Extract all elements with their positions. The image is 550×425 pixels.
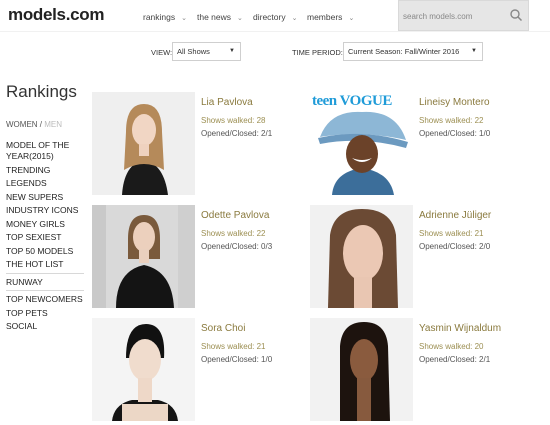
chevron-down-icon: ⌄: [181, 15, 188, 22]
shows-walked: Shows walked: 20: [419, 342, 484, 351]
model-photo[interactable]: [92, 92, 195, 195]
model-card: Sora Choi Shows walked: 21 Opened/Closed…: [92, 318, 302, 421]
model-name[interactable]: Sora Choi: [201, 323, 245, 334]
shows-walked: Shows walked: 21: [419, 229, 484, 238]
model-photo[interactable]: [92, 205, 195, 308]
view-select-value: All Shows: [177, 47, 210, 56]
nav-members[interactable]: members ⌄: [307, 12, 354, 22]
sidebar-item-money-girls[interactable]: MONEY GIRLS: [6, 219, 84, 230]
sidebar-divider: [6, 272, 84, 274]
model-name[interactable]: Yasmin Wijnaldum: [419, 323, 501, 334]
model-name[interactable]: Adrienne Jüliger: [419, 210, 491, 221]
sidebar-item-legends[interactable]: LEGENDS: [6, 178, 84, 189]
model-name[interactable]: Odette Pavlova: [201, 210, 269, 221]
magazine-logo: teen VOGUE: [312, 93, 392, 109]
sidebar-item-trending[interactable]: TRENDING: [6, 165, 84, 176]
model-card: Odette Pavlova Shows walked: 22 Opened/C…: [92, 205, 302, 308]
opened-closed: Opened/Closed: 2/0: [419, 242, 491, 251]
model-name[interactable]: Lia Pavlova: [201, 97, 253, 108]
model-photo[interactable]: teen VOGUE: [310, 92, 413, 195]
view-label: VIEW:: [151, 48, 173, 57]
nav-rankings-label: rankings: [143, 12, 176, 22]
nav-directory[interactable]: directory ⌄: [253, 12, 297, 22]
page-title: Rankings: [6, 82, 77, 101]
gender-toggle: WOMEN / MEN: [6, 120, 62, 129]
time-period-select-value: Current Season: Fall/Winter 2016: [348, 47, 460, 56]
shows-walked: Shows walked: 22: [201, 229, 266, 238]
caret-down-icon: ▼: [229, 48, 235, 54]
chevron-down-icon: ⌄: [348, 15, 355, 22]
site-logo[interactable]: models.com: [8, 5, 105, 25]
nav-directory-label: directory: [253, 12, 286, 22]
sidebar-item-model-of-the-year[interactable]: MODEL OF THE YEAR(2015): [6, 140, 84, 162]
nav-the-news[interactable]: the news ⌄: [197, 12, 243, 22]
model-card: Lia Pavlova Shows walked: 28 Opened/Clos…: [92, 92, 302, 195]
search-input[interactable]: search models.com: [398, 0, 529, 31]
rankings-sidebar: MODEL OF THE YEAR(2015) TRENDING LEGENDS…: [6, 140, 84, 335]
model-card: Adrienne Jüliger Shows walked: 21 Opened…: [310, 205, 520, 308]
view-select[interactable]: All Shows ▼: [172, 42, 241, 61]
opened-closed: Opened/Closed: 1/0: [419, 129, 491, 138]
time-period-select[interactable]: Current Season: Fall/Winter 2016 ▼: [343, 42, 483, 61]
sidebar-item-industry-icons[interactable]: INDUSTRY ICONS: [6, 205, 84, 216]
nav-members-label: members: [307, 12, 343, 22]
model-name[interactable]: Lineisy Montero: [419, 97, 490, 108]
search-placeholder: search models.com: [403, 12, 473, 21]
site-header: models.com rankings ⌄ the news ⌄ directory…: [0, 0, 550, 32]
model-card: Yasmin Wijnaldum Shows walked: 20 Opened…: [310, 318, 520, 421]
sidebar-item-new-supers[interactable]: NEW SUPERS: [6, 192, 84, 203]
sidebar-item-the-hot-list[interactable]: THE HOT LIST: [6, 259, 84, 270]
caret-down-icon: ▼: [471, 48, 477, 54]
shows-walked: Shows walked: 22: [419, 116, 484, 125]
sidebar-item-top-newcomers[interactable]: TOP NEWCOMERS: [6, 294, 84, 305]
shows-walked: Shows walked: 21: [201, 342, 266, 351]
sidebar-item-top-50-models[interactable]: TOP 50 MODELS: [6, 246, 84, 257]
sidebar-item-top-sexiest[interactable]: TOP SEXIEST: [6, 232, 84, 243]
opened-closed: Opened/Closed: 2/1: [419, 355, 491, 364]
sidebar-item-social[interactable]: SOCIAL: [6, 321, 84, 332]
model-card: teen VOGUE Lineisy Montero Shows walked:…: [310, 92, 520, 195]
sidebar-item-runway[interactable]: RUNWAY: [6, 277, 84, 288]
chevron-down-icon: ⌄: [291, 15, 298, 22]
search-icon[interactable]: [509, 8, 523, 22]
nav-the-news-label: the news: [197, 12, 232, 22]
gender-men-link[interactable]: MEN: [44, 120, 62, 129]
time-period-label: TIME PERIOD:: [292, 48, 343, 57]
gender-women-link[interactable]: WOMEN: [6, 120, 38, 129]
sidebar-divider: [6, 290, 84, 291]
chevron-down-icon: ⌄: [237, 15, 243, 22]
shows-walked: Shows walked: 28: [201, 116, 266, 125]
model-photo[interactable]: [92, 318, 195, 421]
opened-closed: Opened/Closed: 1/0: [201, 355, 273, 364]
model-photo[interactable]: [310, 205, 413, 308]
nav-rankings[interactable]: rankings ⌄: [143, 12, 187, 22]
model-photo[interactable]: [310, 318, 413, 421]
opened-closed: Opened/Closed: 2/1: [201, 129, 273, 138]
opened-closed: Opened/Closed: 0/3: [201, 242, 273, 251]
sidebar-item-top-pets[interactable]: TOP PETS: [6, 308, 84, 319]
